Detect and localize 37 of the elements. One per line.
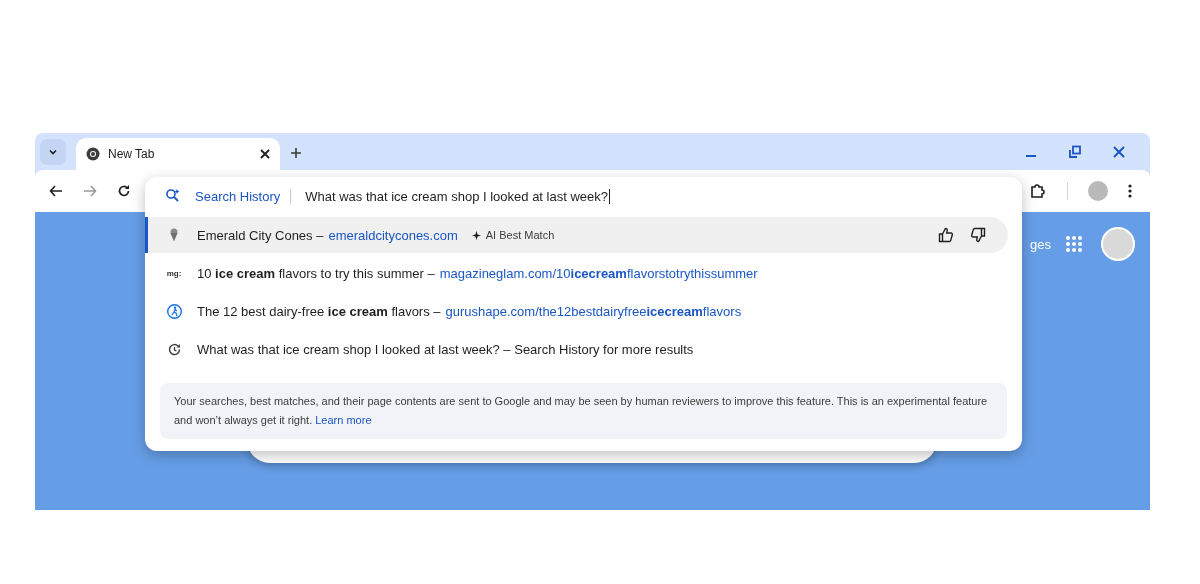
account-avatar[interactable] bbox=[1101, 227, 1135, 261]
browser-tab[interactable]: New Tab bbox=[76, 138, 280, 170]
suggestion-url[interactable]: magazineglam.com/10icecreamflavorstotrythissummer bbox=[439, 265, 758, 281]
address-input[interactable]: What was that ice cream shop I looked at last week? bbox=[305, 188, 610, 204]
suggestion-row[interactable]: mg: 10 ice cream flavors to try this summer – magazineglam.com/10icecreamflavorstotrythissummer bbox=[145, 255, 1008, 291]
suggestion-row[interactable]: The 12 best dairy-free ice cream flavors – gurushape.com/the12bestdairyfreeicecreamflavors bbox=[145, 293, 1008, 329]
new-tab-icon[interactable] bbox=[290, 147, 302, 159]
site-favicon: mg: bbox=[166, 268, 182, 278]
search-history-chip[interactable]: Search History bbox=[195, 188, 292, 204]
restore-icon[interactable] bbox=[1068, 145, 1082, 159]
suggestion-title: Emerald City Cones – bbox=[197, 227, 324, 243]
thumbs-up-icon[interactable] bbox=[938, 227, 954, 243]
disclaimer-text: Your searches, best matches, and their page contents are sent to Google and may be seen by human reviewers to improve this feature. This is an experimental feature and won’t always get it right. Learn more bbox=[174, 394, 989, 428]
close-icon[interactable] bbox=[260, 149, 270, 159]
suggestion-title: What was that ice cream shop I looked at last week? – Search History for more results bbox=[197, 341, 694, 357]
tab-title: New Tab bbox=[108, 147, 156, 161]
back-arrow-icon[interactable] bbox=[49, 184, 63, 198]
more-menu-icon[interactable] bbox=[1128, 184, 1132, 198]
ice-cream-cone-icon bbox=[169, 228, 179, 242]
suggestion-url[interactable]: gurushape.com/the12bestdairyfreeicecreamflavors bbox=[445, 303, 742, 319]
suggestion-title: The 12 best dairy-free ice cream flavors – bbox=[197, 303, 441, 319]
suggestion-row[interactable]: Emerald City Cones – emeraldcitycones.com AI Best Match bbox=[145, 217, 1008, 253]
suggestion-row[interactable]: What was that ice cream shop I looked at last week? – Search History for more results bbox=[145, 331, 1008, 367]
learn-more-link[interactable]: Learn more bbox=[315, 414, 372, 426]
forward-arrow-icon[interactable] bbox=[83, 184, 97, 198]
puzzle-piece-icon[interactable] bbox=[1029, 182, 1047, 200]
ai-match-label: AI Best Match bbox=[485, 229, 555, 241]
search-sparkle-icon bbox=[165, 188, 181, 204]
suggestion-title: 10 ice cream flavors to try this summer – bbox=[197, 265, 435, 281]
history-clock-icon bbox=[167, 342, 181, 356]
suggestion-url[interactable]: emeraldcitycones.com bbox=[328, 227, 458, 243]
browser-logo-icon bbox=[86, 147, 100, 161]
reload-icon[interactable] bbox=[117, 184, 131, 198]
apps-grid-icon[interactable] bbox=[1065, 235, 1083, 253]
sparkle-icon bbox=[471, 230, 481, 240]
running-figure-icon bbox=[166, 303, 182, 319]
thumbs-down-icon[interactable] bbox=[970, 227, 986, 243]
